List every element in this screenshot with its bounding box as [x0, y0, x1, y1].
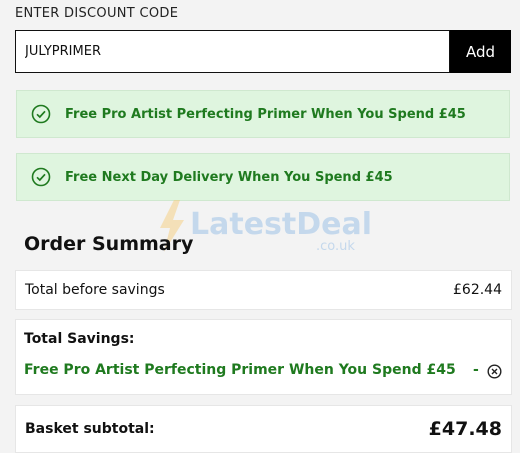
add-discount-button[interactable]: Add [450, 30, 511, 73]
total-savings-label: Total Savings: [24, 331, 135, 347]
promo-text: Free Next Day Delivery When You Spend £4… [65, 169, 393, 185]
total-before-label: Total before savings [25, 282, 165, 298]
savings-item-text: Free Pro Artist Perfecting Primer When Y… [24, 362, 456, 378]
savings-dash: - [473, 362, 479, 378]
basket-subtotal-label: Basket subtotal: [25, 421, 155, 437]
watermark-suffix: .co.uk [316, 239, 355, 254]
discount-code-row: Add [15, 30, 511, 73]
basket-subtotal-row: Basket subtotal: £47.48 [15, 405, 512, 453]
promo-banner-delivery: Free Next Day Delivery When You Spend £4… [16, 153, 510, 201]
total-before-value: £62.44 [453, 282, 502, 298]
basket-subtotal-value: £47.48 [428, 418, 502, 440]
watermark-brand: LatestDeals [190, 207, 372, 242]
check-circle-icon [30, 103, 52, 125]
promo-text: Free Pro Artist Perfecting Primer When Y… [65, 106, 466, 122]
total-before-savings-row: Total before savings £62.44 [15, 270, 512, 310]
check-circle-icon [30, 166, 52, 188]
remove-circle-icon[interactable] [487, 364, 502, 379]
order-summary-title: Order Summary [24, 233, 194, 255]
total-savings-row: Total Savings: Free Pro Artist Perfectin… [15, 319, 512, 395]
discount-code-input[interactable] [15, 30, 450, 73]
promo-banner-primer: Free Pro Artist Perfecting Primer When Y… [16, 90, 510, 138]
discount-code-label: ENTER DISCOUNT CODE [15, 6, 179, 21]
